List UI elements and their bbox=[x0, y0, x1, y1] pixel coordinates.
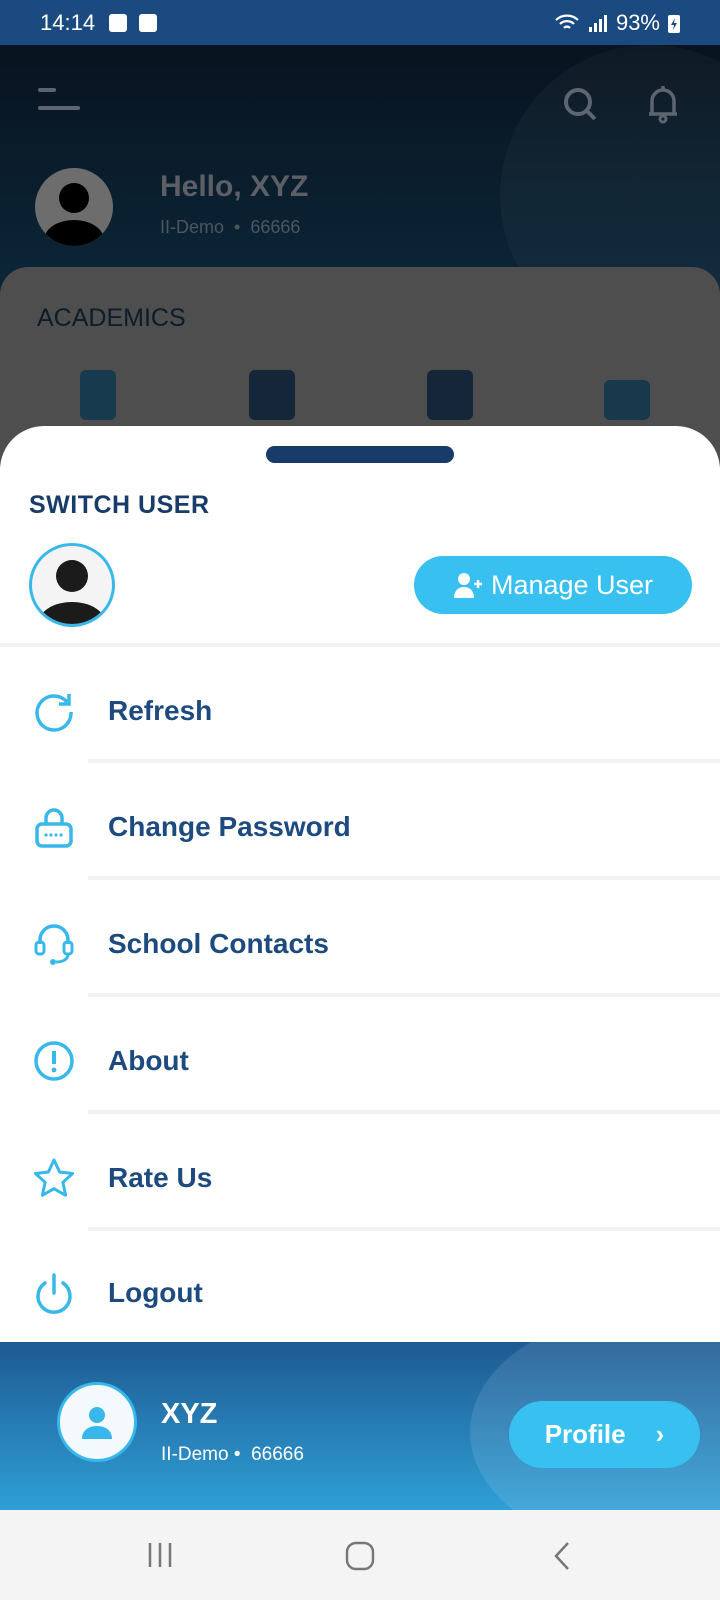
menu-item-label: Refresh bbox=[108, 695, 213, 726]
divider bbox=[0, 643, 720, 647]
battery-percent: 93% bbox=[615, 9, 660, 35]
menu-item-label: Logout bbox=[108, 1277, 203, 1308]
battery-charging-icon bbox=[668, 14, 680, 33]
menu-item-label: Change Password bbox=[108, 811, 351, 842]
chevron-right-icon: › bbox=[655, 1419, 665, 1449]
clock-icon bbox=[109, 13, 128, 32]
system-nav-bar bbox=[0, 1510, 720, 1600]
sheet-title: SWITCH USER bbox=[29, 491, 210, 519]
menu-item-school-contacts[interactable]: School Contacts bbox=[0, 904, 720, 984]
class-label: II-Demo bbox=[160, 217, 225, 237]
divider bbox=[88, 1110, 720, 1114]
add-user-icon bbox=[453, 573, 482, 598]
menu-item-refresh[interactable]: Refresh bbox=[0, 671, 720, 751]
star-icon bbox=[29, 1153, 79, 1203]
bell-icon[interactable] bbox=[646, 84, 680, 124]
footer-subtitle: II-Demo • 66666 bbox=[161, 1444, 304, 1465]
recent-apps-button[interactable] bbox=[145, 1540, 175, 1575]
headset-icon bbox=[29, 919, 79, 969]
drag-handle[interactable] bbox=[266, 446, 454, 463]
id-label: 66666 bbox=[250, 217, 301, 237]
user-subtitle: II-Demo • 66666 bbox=[160, 217, 301, 237]
award-icon[interactable] bbox=[80, 370, 116, 420]
profile-footer: XYZ II-Demo • 66666 Profile › bbox=[0, 1342, 720, 1510]
book-icon[interactable] bbox=[427, 370, 473, 420]
footer-avatar bbox=[57, 1382, 137, 1462]
divider bbox=[88, 759, 720, 763]
divider bbox=[88, 993, 720, 997]
user-icon bbox=[82, 1407, 112, 1439]
divider bbox=[88, 876, 720, 880]
profile-label: Profile bbox=[544, 1419, 626, 1449]
menu-item-label: School Contacts bbox=[108, 928, 329, 959]
back-button[interactable] bbox=[552, 1540, 572, 1577]
signal-icon bbox=[588, 14, 607, 32]
search-icon[interactable] bbox=[562, 86, 598, 122]
image-icon bbox=[139, 13, 158, 32]
home-button[interactable] bbox=[344, 1540, 376, 1577]
power-icon bbox=[29, 1268, 79, 1318]
footer-name: XYZ bbox=[161, 1398, 218, 1430]
avatar bbox=[35, 168, 113, 246]
menu-item-label: Rate Us bbox=[108, 1162, 213, 1193]
calendar-icon[interactable] bbox=[249, 370, 295, 420]
status-time: 14:14 bbox=[40, 9, 96, 35]
lock-icon bbox=[29, 802, 79, 852]
id-label: 66666 bbox=[251, 1444, 304, 1465]
menu-item-label: About bbox=[108, 1045, 189, 1076]
menu-item-rate-us[interactable]: Rate Us bbox=[0, 1138, 720, 1218]
menu-item-about[interactable]: About bbox=[0, 1021, 720, 1101]
status-bar: 14:14 93% bbox=[0, 0, 720, 45]
section-title: ACADEMICS bbox=[37, 304, 186, 332]
menu-icon[interactable] bbox=[38, 86, 82, 116]
profile-button[interactable]: Profile › bbox=[509, 1401, 700, 1468]
menu-item-change-password[interactable]: Change Password bbox=[0, 787, 720, 867]
menu-item-logout[interactable]: Logout bbox=[0, 1253, 720, 1333]
performance-icon[interactable] bbox=[604, 380, 650, 420]
greeting: Hello, XYZ bbox=[160, 170, 309, 203]
wifi-icon bbox=[555, 14, 579, 29]
switch-user-avatar[interactable] bbox=[29, 543, 115, 627]
manage-user-button[interactable]: Manage User bbox=[414, 556, 692, 614]
refresh-icon bbox=[29, 686, 79, 736]
manage-user-label: Manage User bbox=[490, 569, 654, 600]
info-alert-icon bbox=[29, 1036, 79, 1086]
divider bbox=[88, 1227, 720, 1231]
class-label: II-Demo bbox=[161, 1444, 229, 1465]
